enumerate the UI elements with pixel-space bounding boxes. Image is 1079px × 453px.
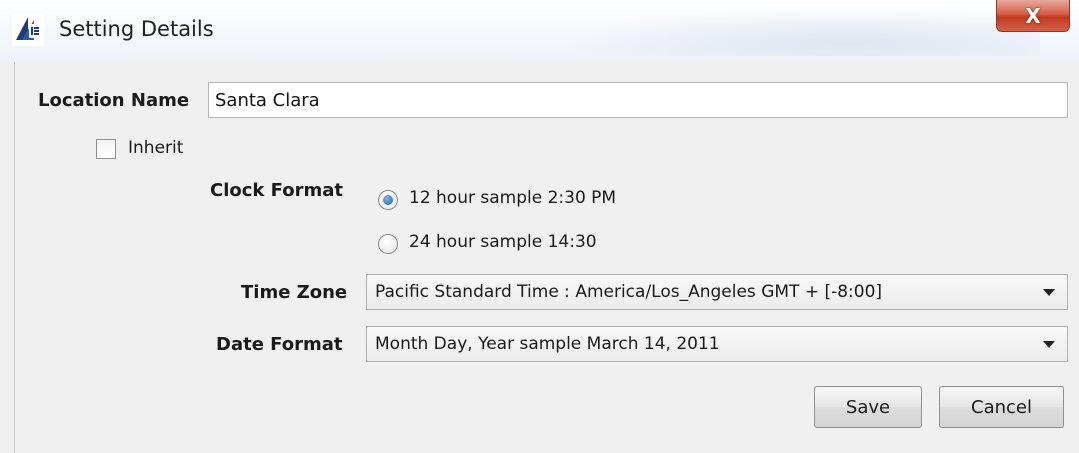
clock-24-hour-radio[interactable] <box>378 234 398 254</box>
titlebar-glow <box>560 8 1040 56</box>
inherit-checkbox[interactable] <box>96 139 116 159</box>
title-bar[interactable]: Setting Details X <box>0 0 1079 62</box>
inherit-label[interactable]: Inherit <box>128 138 183 158</box>
date-format-label: Date Format <box>216 334 343 355</box>
clock-24-hour-label[interactable]: 24 hour sample 14:30 <box>409 232 597 252</box>
save-button[interactable]: Save <box>814 386 922 428</box>
close-button[interactable]: X <box>996 0 1070 32</box>
app-icon <box>12 14 44 46</box>
date-format-select[interactable]: Month Day, Year sample March 14, 2011 <box>366 326 1068 362</box>
close-icon: X <box>1025 3 1041 28</box>
time-zone-select[interactable]: Pacific Standard Time : America/Los_Ange… <box>366 274 1068 310</box>
location-name-input[interactable] <box>208 82 1068 118</box>
setting-details-dialog: Setting Details X Location Name Inherit … <box>0 0 1079 453</box>
date-format-value: Month Day, Year sample March 14, 2011 <box>375 334 720 354</box>
clock-format-label: Clock Format <box>210 180 343 201</box>
time-zone-label: Time Zone <box>241 282 348 303</box>
clock-12-hour-label[interactable]: 12 hour sample 2:30 PM <box>409 188 616 208</box>
window-title: Setting Details <box>59 17 214 41</box>
chevron-down-icon <box>1043 289 1055 296</box>
clock-12-hour-radio[interactable] <box>378 190 398 210</box>
chevron-down-icon <box>1043 341 1055 348</box>
location-name-label: Location Name <box>38 90 190 111</box>
time-zone-value: Pacific Standard Time : America/Los_Ange… <box>375 282 883 302</box>
cancel-button[interactable]: Cancel <box>939 386 1064 428</box>
